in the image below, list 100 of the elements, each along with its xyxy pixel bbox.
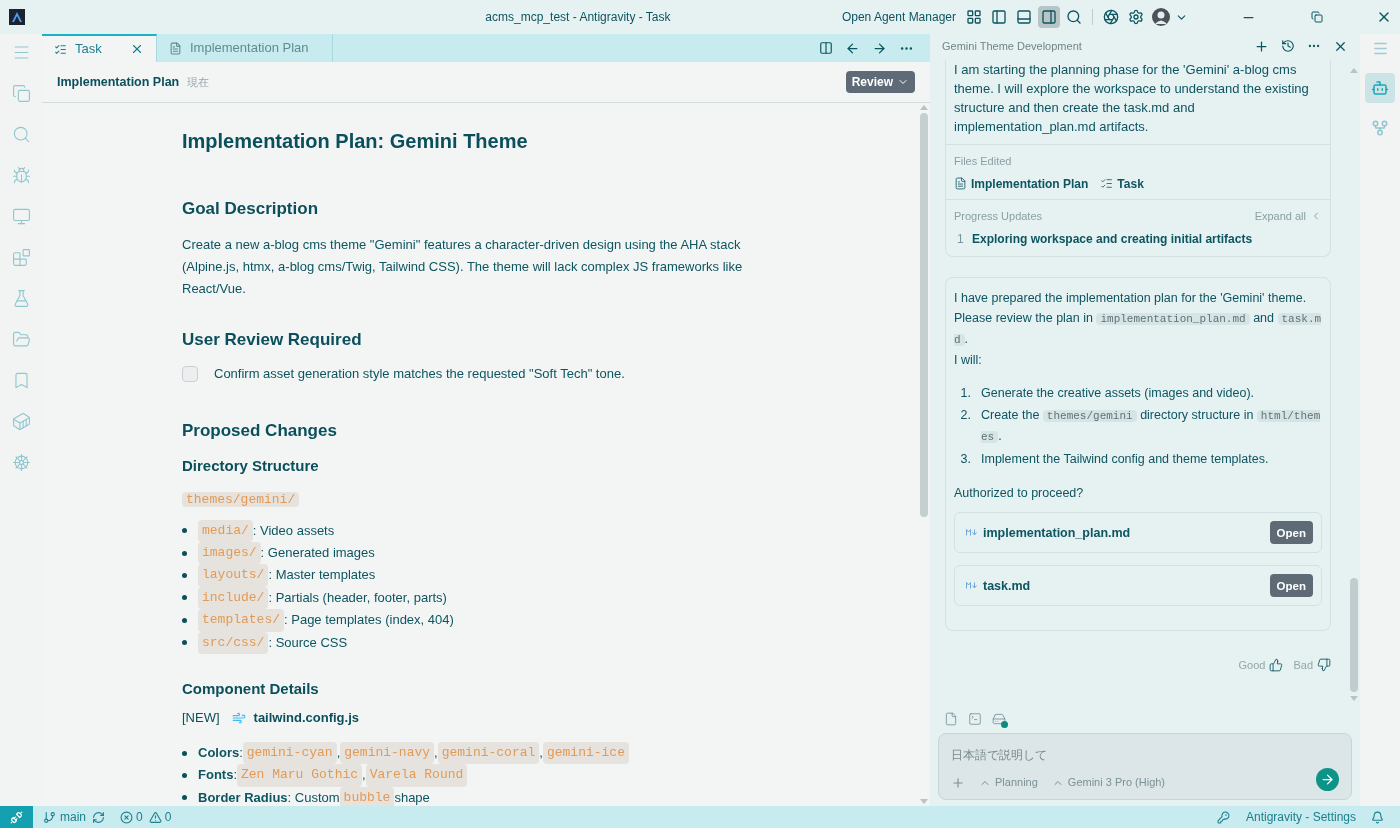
step-text: Exploring workspace and creating initial artifacts bbox=[972, 231, 1253, 248]
inline-code: themes/gemini/ bbox=[182, 491, 300, 507]
text: : Custom bbox=[287, 788, 340, 806]
add-icon[interactable] bbox=[951, 775, 965, 790]
drive-icon[interactable] bbox=[992, 712, 1006, 726]
text: , bbox=[434, 743, 438, 762]
list-item-text: Implement the Tailwind config and theme templates. bbox=[981, 451, 1269, 468]
message-text: I will: bbox=[954, 352, 983, 369]
paragraph: Create a new a-blog cms theme "Gemini" features a character-driven design using the AHA stack (Alpine.js, htmx, a-blog cms/Twig, Tailwind CSS). The theme will lack complex JS frameworks like React/Vue. bbox=[182, 235, 744, 298]
document-title: Implementation Plan: Gemini Theme bbox=[182, 129, 529, 154]
task-text: Confirm asset generation style matches the requested "Soft Tech" tone. bbox=[214, 365, 625, 383]
thumbs-up-icon bbox=[1269, 658, 1284, 673]
section-heading: User Review Required bbox=[182, 328, 363, 351]
sync-icon[interactable] bbox=[92, 810, 105, 824]
thumbs-down-icon bbox=[1317, 658, 1331, 673]
ship-wheel-icon[interactable] bbox=[11, 453, 31, 472]
warning-icon bbox=[148, 810, 162, 824]
scrollbar-thumb[interactable] bbox=[920, 113, 928, 517]
branch-indicator[interactable]: main bbox=[43, 808, 86, 826]
text: shape bbox=[394, 788, 430, 806]
scrollbar-thumb[interactable] bbox=[1350, 578, 1358, 692]
section-label: Progress Updates bbox=[954, 208, 1044, 224]
container-icon[interactable] bbox=[11, 412, 31, 431]
inline-code: gemini-cyan bbox=[242, 741, 337, 765]
chat-input[interactable]: 日本語で説明して Planning Gemini 3 Pro (High) bbox=[938, 733, 1352, 800]
file-card[interactable]: implementation_plan.md Open bbox=[954, 512, 1322, 553]
branch-icon bbox=[43, 810, 56, 824]
folder-icon[interactable] bbox=[11, 330, 31, 349]
browser-icon[interactable] bbox=[1103, 9, 1119, 25]
history-icon[interactable] bbox=[1281, 39, 1295, 53]
bullet-icon bbox=[182, 795, 187, 801]
review-button[interactable]: Review bbox=[845, 71, 915, 93]
back-icon[interactable] bbox=[845, 40, 860, 56]
avatar-icon[interactable] bbox=[1152, 8, 1170, 26]
message-field[interactable]: 日本語で説明して bbox=[951, 746, 1339, 764]
feedback-button[interactable]: Bad bbox=[1293, 657, 1331, 674]
file-link[interactable]: Task bbox=[1100, 174, 1144, 193]
section-heading: Goal Description bbox=[182, 198, 320, 220]
list-number: 3. bbox=[959, 451, 972, 468]
feedback-button[interactable]: Good bbox=[1238, 657, 1284, 674]
restore-icon[interactable] bbox=[1311, 11, 1323, 23]
editor-tab[interactable]: Implementation Plan bbox=[157, 34, 333, 62]
settings-icon[interactable] bbox=[1128, 9, 1144, 25]
checkbox[interactable] bbox=[182, 365, 198, 382]
remote-button[interactable] bbox=[0, 806, 33, 828]
agent-tab[interactable] bbox=[1365, 73, 1395, 103]
bullet-icon bbox=[182, 550, 187, 556]
message-text: I am starting the planning phase for the 'Gemini' a-blog cms theme. I will explore the workspace to understand the existing structure and then create the task.md and implementation_plan.md artifacts. bbox=[953, 61, 1310, 136]
error-icon bbox=[120, 810, 133, 824]
new-tag: [NEW] bbox=[182, 708, 220, 728]
files-icon[interactable] bbox=[11, 84, 31, 103]
close-tab-icon[interactable] bbox=[130, 42, 144, 56]
section-label: Files Edited bbox=[954, 154, 1013, 169]
split-editor-icon[interactable] bbox=[819, 41, 833, 55]
panel-title: Gemini Theme Development bbox=[942, 38, 1083, 54]
remote-monitor-icon[interactable] bbox=[11, 207, 31, 226]
editor-tab[interactable]: Task bbox=[42, 34, 157, 62]
tailwind-logo-icon bbox=[231, 711, 246, 726]
expand-all-link[interactable]: Expand all bbox=[1254, 207, 1306, 224]
subsection-heading: Directory Structure bbox=[182, 456, 320, 476]
extensions-icon[interactable] bbox=[11, 248, 31, 267]
text: , bbox=[336, 743, 341, 762]
inline-code: Zen Maru Gothic bbox=[237, 764, 363, 787]
section-heading: Proposed Changes bbox=[182, 419, 338, 442]
send-button[interactable] bbox=[1316, 768, 1339, 791]
markdown-icon bbox=[966, 582, 978, 589]
inline-code: templates/ bbox=[198, 609, 284, 632]
text: : Video assets bbox=[252, 521, 335, 540]
mode-selector[interactable]: Planning bbox=[979, 774, 1038, 791]
open-button[interactable]: Open bbox=[1269, 521, 1313, 544]
tab-label: Task bbox=[75, 40, 103, 59]
forward-icon[interactable] bbox=[872, 40, 887, 56]
agent-manager-link[interactable]: Open Agent Manager bbox=[841, 8, 956, 26]
open-button[interactable]: Open bbox=[1269, 574, 1313, 597]
markdown-icon bbox=[966, 529, 978, 536]
tab-label: Implementation Plan bbox=[190, 39, 310, 58]
inline-code: gemini-navy bbox=[340, 741, 435, 765]
file-card[interactable]: task.md Open bbox=[954, 565, 1322, 606]
notifications-icon[interactable] bbox=[1371, 810, 1384, 824]
bullet-icon bbox=[182, 595, 187, 601]
terminal-icon[interactable] bbox=[968, 712, 982, 726]
bullet-icon bbox=[182, 773, 187, 779]
search-icon[interactable] bbox=[1066, 9, 1082, 25]
bullet-icon bbox=[182, 573, 187, 578]
file-link[interactable]: Implementation Plan bbox=[954, 174, 1089, 193]
new-chat-icon[interactable] bbox=[1254, 38, 1269, 54]
text: , bbox=[362, 766, 366, 785]
layout-toggle[interactable] bbox=[1038, 6, 1060, 28]
settings-link[interactable]: Antigravity - Settings bbox=[1245, 808, 1356, 826]
inline-code: media/ bbox=[198, 519, 253, 542]
debug-icon[interactable] bbox=[11, 166, 31, 185]
key-icon[interactable] bbox=[1216, 810, 1230, 824]
text: : Partials (header, footer, parts) bbox=[268, 588, 447, 607]
doc-title: Implementation Plan bbox=[57, 73, 180, 91]
file-name: implementation_plan.md bbox=[983, 524, 1132, 542]
text: : bbox=[233, 766, 237, 785]
file-icon[interactable] bbox=[944, 712, 958, 726]
remote-icon bbox=[10, 810, 23, 824]
model-selector[interactable]: Gemini 3 Pro (High) bbox=[1051, 774, 1166, 791]
problems-indicator[interactable]: 0 0 bbox=[120, 808, 172, 826]
